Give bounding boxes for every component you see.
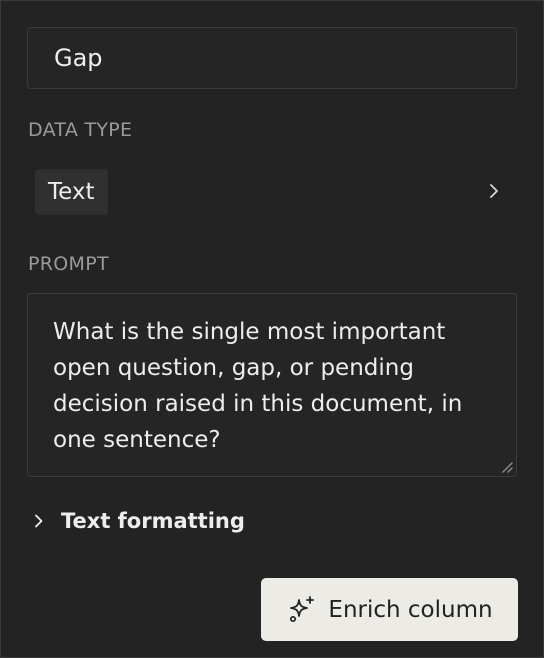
chevron-right-icon	[35, 514, 43, 528]
column-name-input[interactable]	[27, 27, 517, 89]
data-type-selector[interactable]: Text	[27, 167, 517, 217]
column-settings-panel: DATA TYPE Text PROMPT What is the single…	[0, 0, 544, 658]
enrich-column-label: Enrich column	[328, 596, 493, 623]
chevron-right-icon	[490, 184, 498, 198]
prompt-text: What is the single most important open q…	[53, 319, 463, 453]
prompt-label: PROMPT	[28, 253, 109, 275]
text-formatting-label: Text formatting	[61, 509, 245, 533]
enrich-column-button[interactable]: Enrich column	[261, 578, 518, 641]
sparkle-icon	[290, 595, 315, 622]
resize-handle-icon[interactable]	[500, 460, 514, 474]
data-type-label: DATA TYPE	[28, 119, 133, 141]
prompt-textarea[interactable]: What is the single most important open q…	[27, 293, 517, 477]
text-formatting-toggle[interactable]: Text formatting	[31, 504, 245, 538]
data-type-value: Text	[35, 169, 108, 215]
